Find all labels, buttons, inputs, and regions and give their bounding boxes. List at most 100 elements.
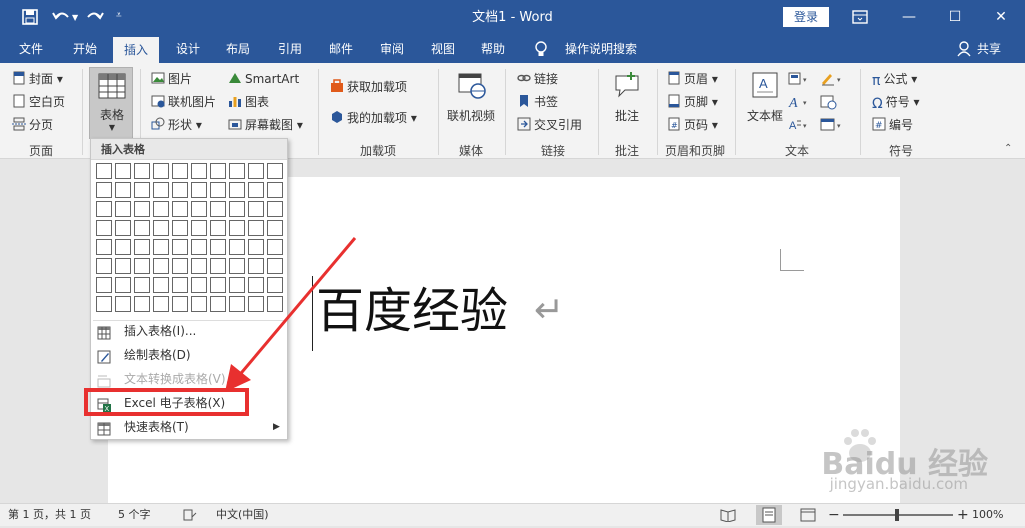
grid-cell[interactable] [210,277,226,293]
minimize-icon[interactable]: — [886,0,932,35]
grid-cell[interactable] [153,277,169,293]
grid-cell[interactable] [96,239,112,255]
grid-cell[interactable] [229,239,245,255]
zoom-out-button[interactable]: − [828,504,840,526]
grid-cell[interactable] [191,239,207,255]
chart-button[interactable]: 图表 [228,92,269,112]
grid-cell[interactable] [191,201,207,217]
grid-cell[interactable] [115,220,131,236]
grid-cell[interactable] [134,182,150,198]
tab-insert[interactable]: 插入 [113,37,159,63]
grid-cell[interactable] [229,201,245,217]
tab-home[interactable]: 开始 [62,35,108,63]
grid-cell[interactable] [172,296,188,312]
grid-cell[interactable] [210,296,226,312]
grid-cell[interactable] [153,258,169,274]
grid-cell[interactable] [267,296,283,312]
grid-cell[interactable] [115,201,131,217]
print-layout-icon[interactable] [756,505,782,525]
grid-cell[interactable] [210,201,226,217]
grid-cell[interactable] [134,220,150,236]
tab-references[interactable]: 引用 [267,35,313,63]
page-number-button[interactable]: # 页码 ▾ [667,115,718,135]
grid-cell[interactable] [248,239,264,255]
header-button[interactable]: 页眉 ▾ [667,69,718,89]
grid-cell[interactable] [153,182,169,198]
table-button[interactable]: 表格 ▼ [89,67,133,139]
grid-cell[interactable] [248,182,264,198]
grid-cell[interactable] [115,163,131,179]
textbox-button[interactable]: A 文本框 [742,69,788,133]
equation-button[interactable]: π 公式 ▾ [872,69,917,89]
grid-cell[interactable] [210,220,226,236]
grid-cell[interactable] [229,220,245,236]
grid-cell[interactable] [96,277,112,293]
collapse-ribbon-icon[interactable]: ⌃ [1004,143,1012,154]
grid-cell[interactable] [115,239,131,255]
grid-cell[interactable] [153,201,169,217]
grid-cell[interactable] [248,201,264,217]
comment-button[interactable]: 批注 [604,69,650,133]
draw-table-item[interactable]: 绘制表格(D) [91,343,287,367]
grid-cell[interactable] [115,182,131,198]
zoom-in-button[interactable]: + [957,504,969,526]
grid-cell[interactable] [172,258,188,274]
grid-cell[interactable] [210,182,226,198]
grid-cell[interactable] [96,258,112,274]
page-break-button[interactable]: 分页 [12,115,53,135]
grid-cell[interactable] [134,258,150,274]
grid-cell[interactable] [172,182,188,198]
tell-me-search[interactable]: 操作说明搜索 [556,35,646,63]
screenshot-button[interactable]: 屏幕截图 ▾ [228,115,303,135]
tab-design[interactable]: 设计 [165,35,211,63]
my-addins-button[interactable]: 我的加载项 ▾ [330,108,417,128]
grid-cell[interactable] [96,220,112,236]
grid-cell[interactable] [172,201,188,217]
grid-cell[interactable] [153,163,169,179]
datetime-icon[interactable] [820,94,840,110]
tab-mailings[interactable]: 邮件 [318,35,364,63]
cover-page-button[interactable]: 封面 ▾ [12,69,63,89]
word-count[interactable]: 5 个字 [118,504,151,526]
grid-cell[interactable] [134,296,150,312]
grid-cell[interactable] [153,296,169,312]
online-picture-button[interactable]: 联机图片 [151,92,216,112]
grid-cell[interactable] [191,277,207,293]
grid-cell[interactable] [96,201,112,217]
grid-cell[interactable] [115,296,131,312]
footer-button[interactable]: 页脚 ▾ [667,92,718,112]
grid-cell[interactable] [96,296,112,312]
grid-cell[interactable] [172,220,188,236]
grid-cell[interactable] [267,163,283,179]
picture-button[interactable]: 图片 [151,69,192,89]
document-text[interactable]: 百度经验 [316,281,508,341]
grid-cell[interactable] [191,220,207,236]
table-size-grid[interactable] [96,163,286,315]
grid-cell[interactable] [172,163,188,179]
online-video-button[interactable]: 联机视频 [444,69,498,133]
grid-cell[interactable] [191,258,207,274]
grid-cell[interactable] [229,258,245,274]
insert-table-item[interactable]: 插入表格(I)... [91,319,287,343]
maximize-icon[interactable]: ☐ [932,0,978,35]
quick-tables-item[interactable]: 快速表格(T) ▶ [91,415,287,439]
grid-cell[interactable] [248,220,264,236]
web-layout-icon[interactable] [800,508,816,522]
grid-cell[interactable] [191,163,207,179]
share-button[interactable]: 共享 [973,35,1005,63]
symbol-button[interactable]: Ω 符号 ▾ [872,92,920,112]
grid-cell[interactable] [191,296,207,312]
grid-cell[interactable] [96,163,112,179]
grid-cell[interactable] [153,239,169,255]
grid-cell[interactable] [267,239,283,255]
grid-cell[interactable] [248,258,264,274]
grid-cell[interactable] [96,182,112,198]
grid-cell[interactable] [134,201,150,217]
tab-file[interactable]: 文件 [8,35,54,63]
language[interactable]: 中文(中国) [216,504,269,526]
grid-cell[interactable] [267,220,283,236]
blank-page-button[interactable]: 空白页 [12,92,65,112]
quick-parts-icon[interactable]: ▾ [788,71,812,87]
login-button[interactable]: 登录 [783,7,829,27]
share-icon[interactable] [957,41,971,57]
